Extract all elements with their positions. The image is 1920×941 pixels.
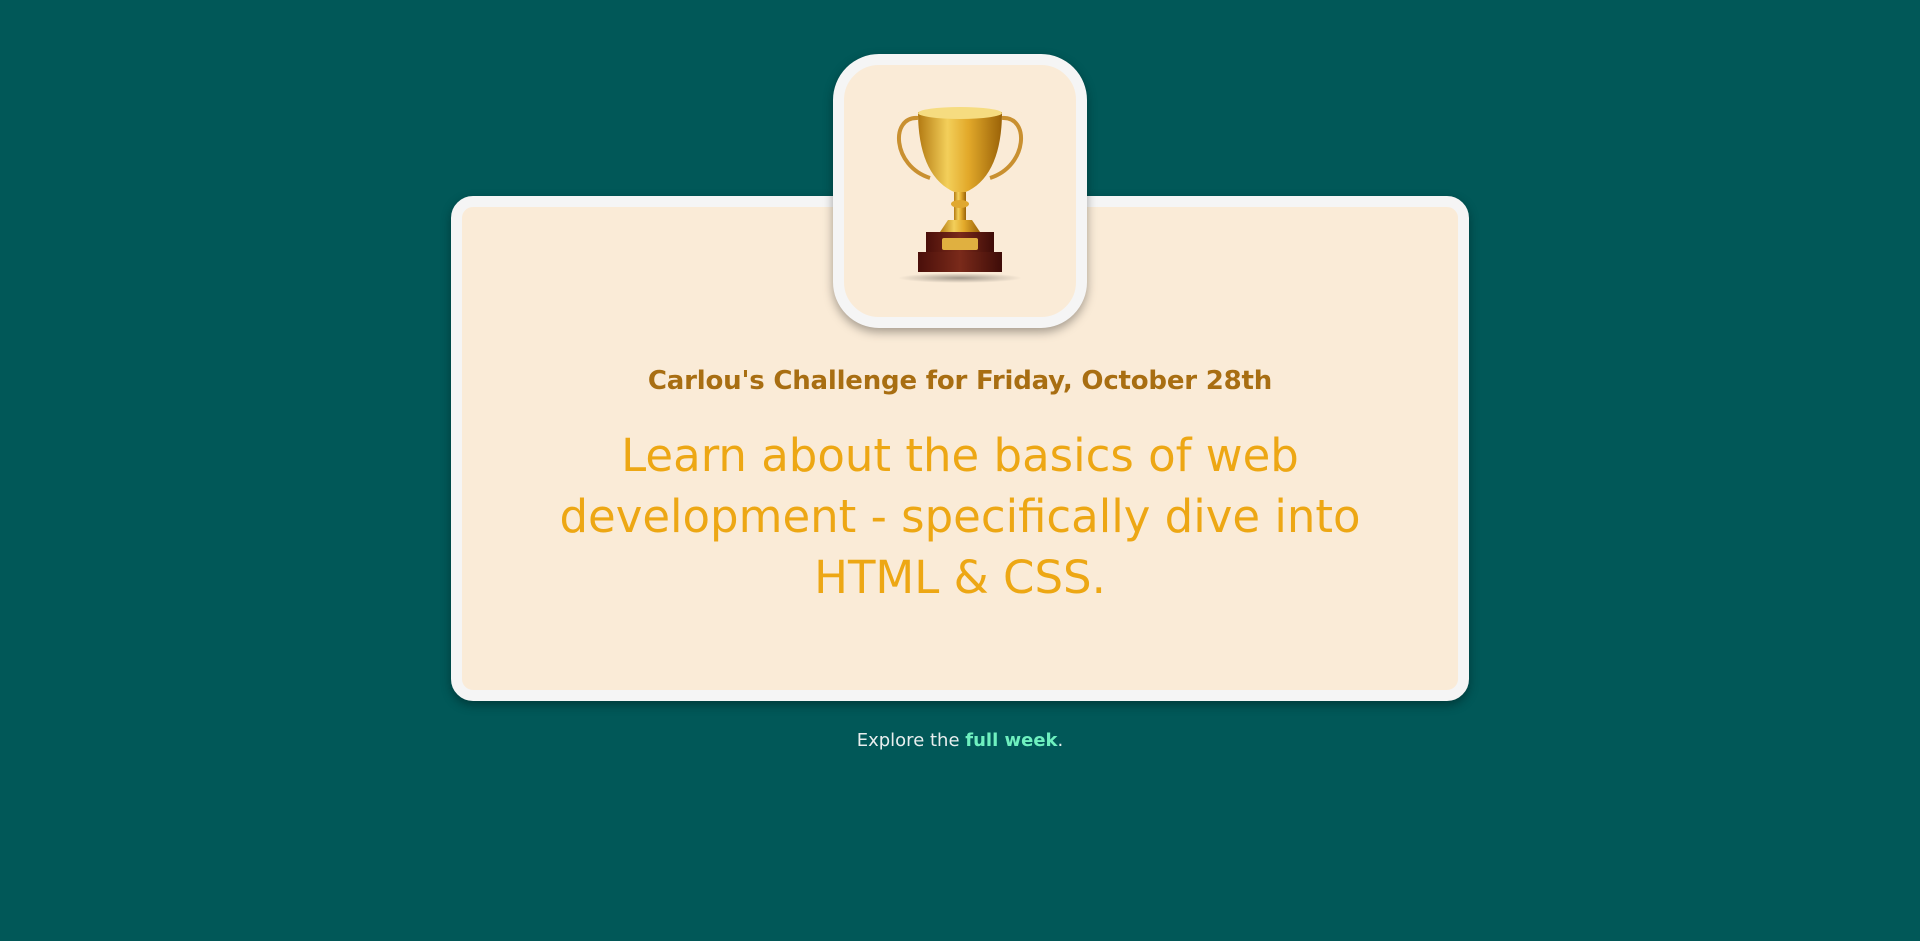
trophy-badge: [833, 54, 1087, 328]
footer-prefix: Explore the: [856, 730, 966, 751]
challenge-date-heading: Carlou's Challenge for Friday, October 2…: [647, 366, 1273, 396]
footer-suffix: .: [1057, 730, 1064, 751]
full-week-link[interactable]: full week: [965, 730, 1057, 751]
footer-text: Explore the full week.: [0, 730, 1920, 751]
trophy-icon: [880, 86, 1040, 296]
challenge-headline: Learn about the basics of web developmen…: [559, 429, 1361, 604]
